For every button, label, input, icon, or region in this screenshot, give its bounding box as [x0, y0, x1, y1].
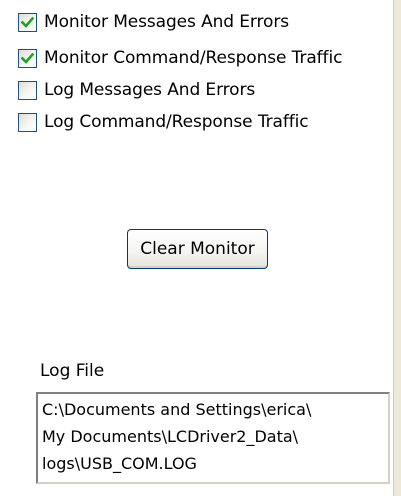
monitor-traffic-checkbox[interactable]: Monitor Command/Response Traffic	[18, 46, 342, 70]
window-edge	[393, 0, 401, 496]
checkbox-box[interactable]	[18, 112, 37, 132]
log-file-label: Log File	[40, 361, 105, 381]
checkmark-icon	[21, 16, 34, 28]
checkmark-icon	[21, 52, 34, 64]
log-file-path-line: C:\Documents and Settings\erica\	[42, 400, 312, 419]
checkbox-label: Log Command/Response Traffic	[44, 112, 309, 132]
checkbox-box[interactable]	[18, 12, 37, 32]
checkbox-label: Monitor Command/Response Traffic	[44, 48, 343, 68]
checkbox-box[interactable]	[18, 48, 37, 68]
monitor-settings-panel: Monitor Messages And Errors Monitor Comm…	[0, 0, 393, 496]
checkbox-label: Log Messages And Errors	[44, 80, 256, 100]
log-file-path-line: logs\USB_COM.LOG	[42, 454, 197, 473]
log-traffic-checkbox[interactable]: Log Command/Response Traffic	[18, 110, 309, 134]
clear-monitor-button[interactable]: Clear Monitor	[127, 229, 268, 269]
checkbox-box[interactable]	[18, 80, 37, 100]
log-messages-checkbox[interactable]: Log Messages And Errors	[18, 78, 255, 102]
log-file-path-field[interactable]: C:\Documents and Settings\erica\ My Docu…	[36, 392, 390, 484]
checkbox-label: Monitor Messages And Errors	[44, 12, 289, 32]
monitor-messages-checkbox[interactable]: Monitor Messages And Errors	[18, 10, 289, 34]
log-file-path-line: My Documents\LCDriver2_Data\	[42, 427, 299, 446]
